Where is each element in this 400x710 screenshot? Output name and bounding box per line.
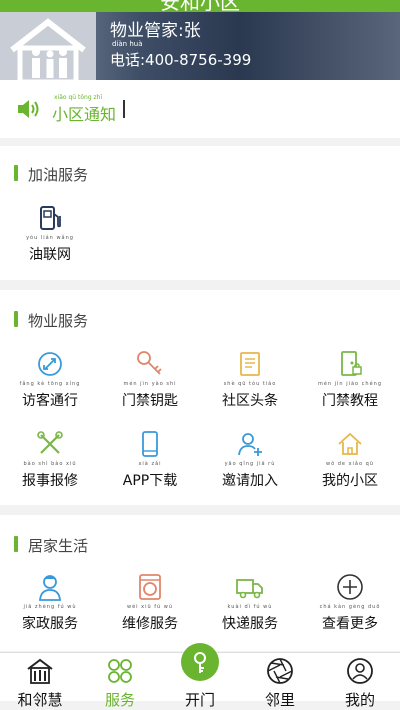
plus-circle-icon xyxy=(337,574,363,600)
family-house-icon xyxy=(10,18,86,80)
item-pinyin: yóu lián wǎng xyxy=(26,235,74,241)
community-logo xyxy=(0,12,96,80)
section-marker xyxy=(14,311,18,327)
news-icon xyxy=(240,352,260,376)
item-pinyin: shè qū tóu tiáo xyxy=(223,381,277,387)
home-icon xyxy=(338,432,362,455)
service-grid-icon xyxy=(108,659,132,683)
section-marker xyxy=(14,536,18,552)
gas-pump-icon xyxy=(40,206,61,230)
item-label: 维修服务 xyxy=(122,616,178,632)
tab-helinhui[interactable]: 和邻慧 xyxy=(0,653,80,709)
tab-mine[interactable]: 我的 xyxy=(320,653,400,709)
item-label: 门禁钥匙 xyxy=(122,393,178,409)
visitor-pass-icon xyxy=(38,352,62,376)
profile-icon xyxy=(347,658,373,684)
item-label: 邀请加入 xyxy=(222,473,278,489)
item-label: 油联网 xyxy=(29,247,71,263)
invite-user-icon xyxy=(238,433,262,456)
item-pinyin: wéi xiū fú wù xyxy=(126,604,174,610)
item-pinyin: xià zǎi xyxy=(138,461,162,467)
notice-pinyin: xiǎo qū tōng zhī xyxy=(54,94,103,101)
neighbor-aperture-icon xyxy=(267,658,293,684)
item-pinyin: jiā zhèng fú wù xyxy=(23,604,77,610)
key-icon xyxy=(137,351,162,375)
item-label: 访客通行 xyxy=(22,393,78,409)
section-title: 居家生活 xyxy=(28,537,89,555)
item-label: 门禁教程 xyxy=(322,393,378,409)
community-notice-bar[interactable]: xiǎo qū tōng zhī 小区通知 xyxy=(0,80,400,138)
item-pinyin: chá kàn gèng duō xyxy=(319,604,381,610)
item-label: 社区头条 xyxy=(222,393,278,409)
notice-label: 小区通知 xyxy=(52,105,117,124)
item-pinyin: bào shì bào xiū xyxy=(23,461,77,467)
community-header: 物业管家:张 diàn huà 电话:400-8756-399 xyxy=(0,12,400,80)
item-label: 快递服务 xyxy=(222,616,278,632)
delivery-truck-icon xyxy=(236,579,263,599)
section-property-service: 物业服务 fǎng kè tōng xíng 访客通行 mén jìn yào … xyxy=(0,290,400,505)
item-pinyin: wǒ de xiǎo qū xyxy=(326,461,374,467)
item-pinyin: kuài dì fú wù xyxy=(227,604,273,610)
housekeeper-icon xyxy=(39,575,61,601)
item-label: APP下载 xyxy=(122,473,178,489)
property-manager-name: 物业管家:张 xyxy=(110,21,201,41)
section-title: 加油服务 xyxy=(28,166,89,184)
app-title-bar: 安和小区 xyxy=(0,0,400,12)
tab-service[interactable]: 服务 xyxy=(80,653,160,709)
community-icon xyxy=(27,658,53,684)
notice-cursor-divider xyxy=(123,100,125,118)
section-title: 物业服务 xyxy=(28,312,89,330)
item-label: 查看更多 xyxy=(322,616,378,632)
speaker-icon xyxy=(18,100,39,118)
item-pinyin: mén jìn yào shi xyxy=(123,381,177,387)
item-pinyin: yāo qǐng jiā rù xyxy=(224,461,276,467)
item-pinyin: fǎng kè tōng xíng xyxy=(19,381,81,387)
tab-neighbors[interactable]: 邻里 xyxy=(240,653,320,709)
item-label: 报事报修 xyxy=(22,473,78,489)
item-label: 家政服务 xyxy=(22,616,78,632)
phone-download-icon xyxy=(142,431,158,457)
door-lock-icon xyxy=(341,351,362,376)
item-label: 我的小区 xyxy=(322,473,378,489)
item-pinyin: mén jìn jiào chéng xyxy=(317,381,383,387)
phone-pinyin: diàn huà xyxy=(112,40,143,48)
section-fuel-service: 加油服务 yóu lián wǎng 油联网 xyxy=(0,146,400,280)
section-marker xyxy=(14,165,18,181)
washing-machine-icon xyxy=(139,574,161,600)
repair-tools-icon xyxy=(37,431,63,454)
app-title: 安和小区 xyxy=(160,0,240,12)
property-phone[interactable]: 电话:400-8756-399 xyxy=(110,49,251,70)
section-home-life: 居家生活 jiā zhèng fú wù 家政服务 wéi xiū fú wù … xyxy=(0,515,400,651)
key-door-icon xyxy=(194,652,206,673)
open-door-button[interactable] xyxy=(181,643,219,681)
